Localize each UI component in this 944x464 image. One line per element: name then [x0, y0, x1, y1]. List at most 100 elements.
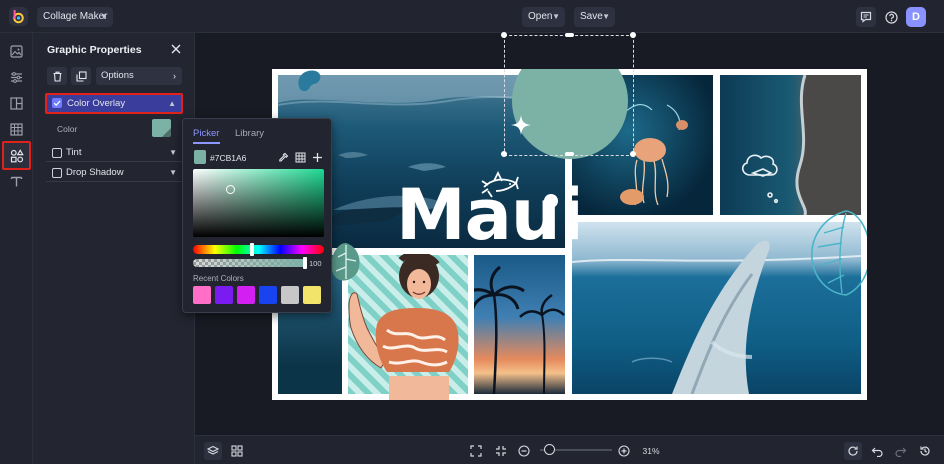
selection-box[interactable] — [501, 32, 636, 157]
top-bar: Collage Maker ▼ Open ▼ Save ▼ D — [0, 0, 944, 33]
app-logo-icon[interactable] — [9, 7, 28, 26]
doc-title-dropdown[interactable]: Collage Maker ▼ — [37, 7, 113, 27]
layers-button[interactable] — [204, 442, 222, 460]
fit-screen-icon — [470, 445, 482, 457]
recent-color-swatch[interactable] — [215, 286, 233, 304]
rail-graphics-button[interactable] — [2, 141, 31, 170]
recent-color-swatch[interactable] — [193, 286, 211, 304]
save-label: Save — [580, 11, 603, 22]
headline-text[interactable]: Maui — [396, 175, 584, 255]
color-overlay-label: Color Overlay — [67, 98, 126, 109]
eyedropper-icon — [278, 152, 288, 162]
saturation-handle[interactable] — [226, 185, 235, 194]
recent-color-swatch[interactable] — [237, 286, 255, 304]
resize-handle[interactable] — [565, 33, 574, 37]
zoom-slider-handle[interactable] — [543, 444, 555, 455]
zoom-out-icon — [518, 445, 530, 457]
hue-handle[interactable] — [250, 243, 254, 256]
tint-toggle[interactable]: Tint ▼ — [46, 144, 182, 162]
grid-view-icon — [231, 445, 243, 457]
graphic-properties-panel: Graphic Properties Options › Color Overl… — [33, 33, 195, 464]
chevron-up-icon: ▲ — [168, 99, 176, 108]
shore-illustration — [741, 75, 861, 215]
texture-icon — [10, 123, 23, 136]
text-icon — [10, 176, 23, 187]
chevron-down-icon: ▼ — [169, 148, 177, 157]
drop-shadow-toggle[interactable]: Drop Shadow ▼ — [46, 164, 182, 182]
opacity-handle[interactable] — [303, 257, 307, 269]
tint-label: Tint — [66, 147, 82, 158]
resize-handle[interactable] — [565, 152, 574, 156]
shrink-icon — [496, 446, 506, 456]
chevron-down-icon: ▼ — [169, 168, 177, 177]
refresh-button[interactable] — [844, 442, 862, 460]
drop-shadow-checkbox[interactable] — [52, 168, 62, 178]
rail-backgrounds-button[interactable] — [6, 119, 27, 140]
saturation-value-area[interactable] — [193, 169, 324, 237]
open-button[interactable]: Open ▼ — [522, 7, 565, 27]
rail-text-button[interactable] — [6, 171, 27, 192]
current-color-swatch — [194, 150, 206, 164]
zoom-in-button[interactable] — [615, 442, 633, 460]
resize-handle[interactable] — [630, 151, 636, 157]
history-button[interactable] — [916, 442, 934, 460]
rail-adjust-button[interactable] — [6, 67, 27, 88]
add-color-button[interactable] — [309, 149, 325, 165]
palms-illustration — [474, 265, 565, 394]
overlay-color-swatch[interactable] — [152, 119, 171, 137]
rail-photos-button[interactable] — [6, 41, 27, 62]
headline-dot — [544, 194, 558, 208]
grid-view-button[interactable] — [228, 442, 246, 460]
image-icon — [10, 45, 23, 58]
chevron-down-icon: ▼ — [100, 12, 108, 21]
color-overlay-toggle[interactable]: Color Overlay ▲ — [45, 93, 183, 114]
opacity-slider[interactable] — [193, 259, 306, 267]
hue-slider[interactable] — [193, 245, 324, 254]
chevron-right-icon: › — [173, 71, 176, 81]
duplicate-button[interactable] — [71, 67, 91, 85]
resize-handle[interactable] — [630, 32, 636, 38]
rail-layouts-button[interactable] — [6, 93, 27, 114]
zoom-in-icon — [618, 445, 630, 457]
close-panel-button[interactable] — [169, 42, 183, 56]
eyedropper-button[interactable] — [275, 149, 291, 165]
avatar[interactable]: D — [906, 7, 926, 27]
undo-button[interactable] — [868, 442, 886, 460]
resize-handle[interactable] — [501, 151, 507, 157]
recent-color-swatch[interactable] — [303, 286, 321, 304]
panel-title: Graphic Properties — [47, 44, 142, 56]
chevron-down-icon: ▼ — [552, 12, 560, 21]
history-icon — [920, 446, 930, 456]
recent-color-swatch[interactable] — [281, 286, 299, 304]
redo-icon — [895, 447, 907, 457]
fit-screen-button[interactable] — [467, 442, 485, 460]
photo-shore[interactable] — [720, 75, 861, 215]
refresh-icon — [848, 446, 858, 456]
tool-rail — [0, 33, 33, 464]
close-icon — [171, 44, 181, 54]
recent-color-swatch[interactable] — [259, 286, 277, 304]
undo-icon — [871, 447, 883, 457]
redo-button[interactable] — [892, 442, 910, 460]
save-button[interactable]: Save ▼ — [574, 7, 615, 27]
photo-sunset[interactable] — [474, 255, 565, 394]
leaf-outline-decoration — [811, 210, 867, 296]
grid-button[interactable] — [292, 149, 308, 165]
help-button[interactable] — [881, 7, 901, 27]
color-picker-popover: Picker Library #7CB1A6 100 Recent Colors — [182, 118, 332, 313]
tab-picker[interactable]: Picker — [193, 128, 219, 139]
color-overlay-checkbox[interactable] — [52, 98, 62, 108]
comment-button[interactable] — [856, 7, 876, 27]
tint-checkbox[interactable] — [52, 148, 62, 158]
layout-icon — [10, 97, 23, 110]
options-label: Options — [101, 70, 134, 81]
options-button[interactable]: Options › — [96, 67, 182, 85]
zoom-value[interactable]: 31% — [638, 444, 664, 458]
delete-button[interactable] — [47, 67, 67, 85]
drop-shadow-label: Drop Shadow — [66, 167, 124, 178]
tab-library[interactable]: Library — [235, 128, 264, 139]
zoom-out-button[interactable] — [515, 442, 533, 460]
resize-handle[interactable] — [501, 32, 507, 38]
actual-size-button[interactable] — [492, 442, 510, 460]
hex-input[interactable]: #7CB1A6 — [210, 153, 246, 163]
